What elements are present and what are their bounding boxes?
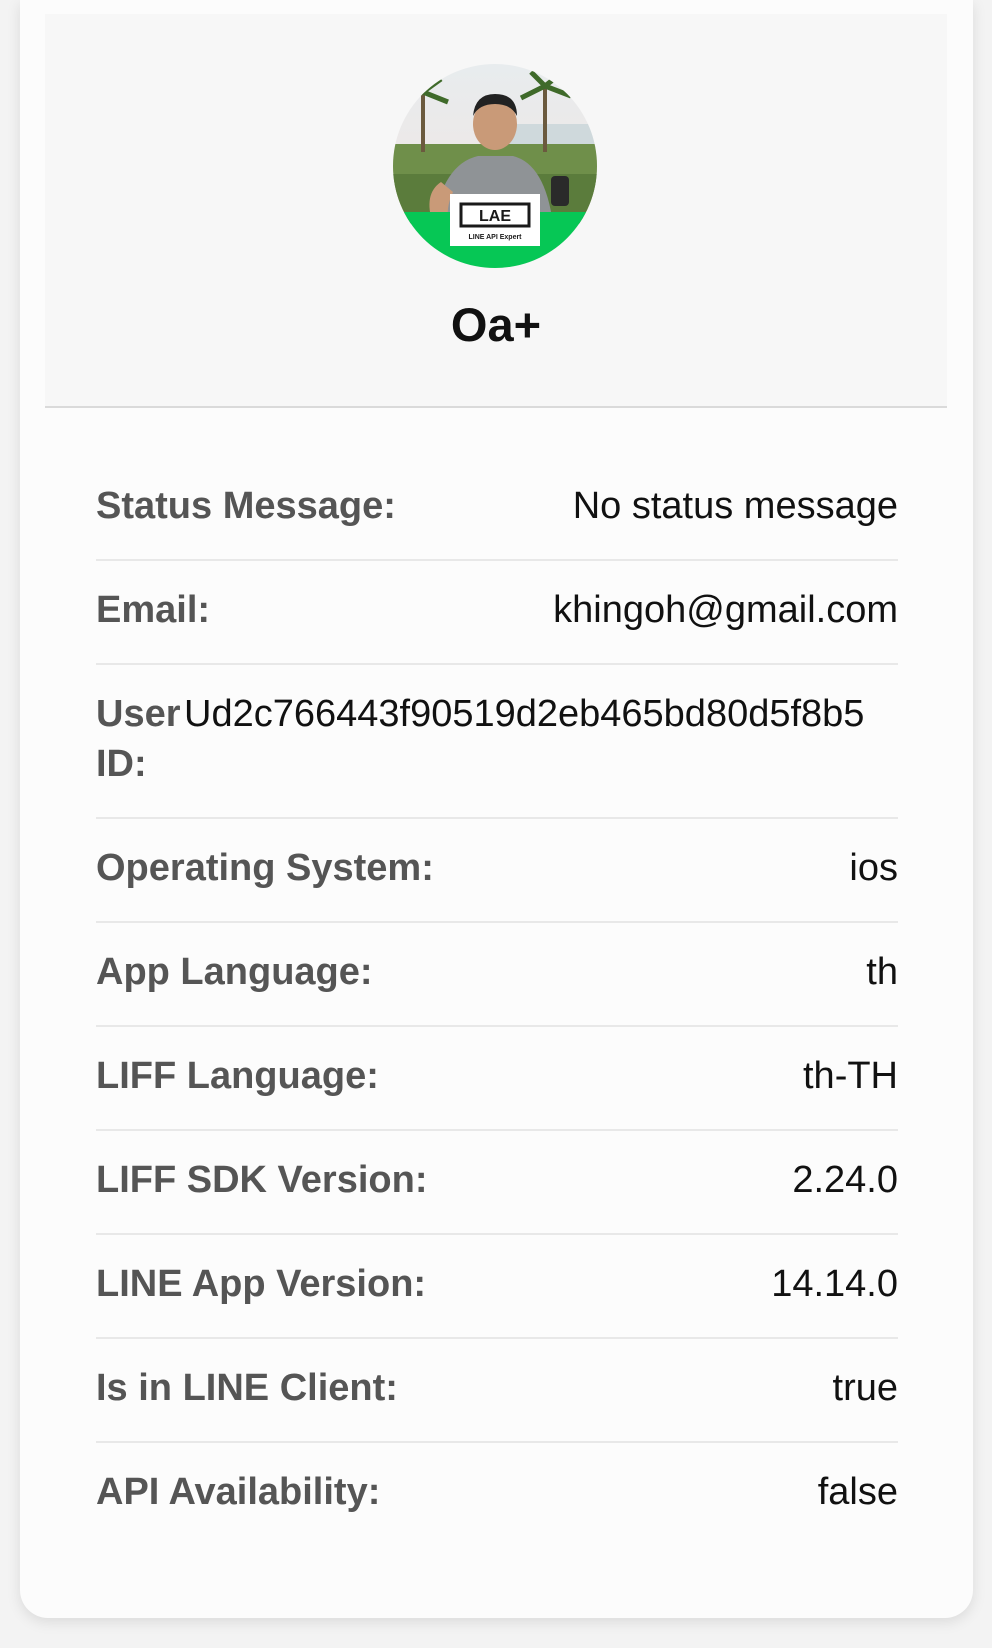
row-is-in-line-client: Is in LINE Client: true (96, 1339, 898, 1443)
display-name: Oa+ (450, 298, 542, 351)
is-in-line-client-label: Is in LINE Client: (96, 1367, 398, 1409)
liff-sdk-version-label: LIFF SDK Version: (96, 1159, 428, 1201)
api-availability-label: API Availability: (96, 1471, 381, 1513)
liff-language-label: LIFF Language: (96, 1055, 379, 1097)
operating-system-label: Operating System: (96, 847, 434, 889)
liff-sdk-version-value: 2.24.0 (792, 1159, 898, 1201)
status-message-value: No status message (572, 485, 898, 527)
profile-info-list: Status Message: No status message Email:… (96, 457, 898, 1547)
row-operating-system: Operating System: ios (96, 819, 898, 923)
row-line-app-version: LINE App Version: 14.14.0 (96, 1235, 898, 1339)
user-id-label-line2: ID: (96, 743, 147, 785)
line-app-version-label: LINE App Version: (96, 1263, 427, 1305)
liff-language-value: th-TH (803, 1055, 898, 1097)
app-language-value: th (866, 951, 898, 993)
row-liff-sdk-version: LIFF SDK Version: 2.24.0 (96, 1131, 898, 1235)
line-app-version-value: 14.14.0 (771, 1263, 898, 1305)
row-liff-language: LIFF Language: th-TH (96, 1027, 898, 1131)
row-email: Email: khingoh@gmail.com (96, 561, 898, 665)
operating-system-value: ios (849, 847, 898, 889)
row-user-id: User ID: Ud2c766443f90519d2eb465bd80d5f8… (96, 665, 898, 819)
app-language-label: App Language: (96, 951, 373, 993)
user-id-label-line1: User (96, 693, 181, 735)
avatar-photo: LAE LINE API Expert (393, 64, 597, 268)
row-status-message: Status Message: No status message (96, 457, 898, 561)
profile-header: LAE LINE API Expert Oa+ (45, 14, 947, 408)
email-value: khingoh@gmail.com (553, 589, 898, 631)
row-api-availability: API Availability: false (96, 1443, 898, 1547)
row-app-language: App Language: th (96, 923, 898, 1027)
avatar: LAE LINE API Expert (393, 64, 597, 268)
status-message-label: Status Message: (96, 485, 396, 527)
profile-card: LAE LINE API Expert Oa+ Status Message: … (20, 0, 973, 1618)
is-in-line-client-value: true (832, 1367, 898, 1409)
avatar-badge-subtext: LINE API Expert (468, 234, 522, 241)
avatar-badge-text: LAE (479, 208, 511, 225)
user-id-value: Ud2c766443f90519d2eb465bd80d5f8b5 (184, 693, 865, 735)
email-label: Email: (96, 589, 211, 631)
api-availability-value: false (817, 1471, 898, 1513)
